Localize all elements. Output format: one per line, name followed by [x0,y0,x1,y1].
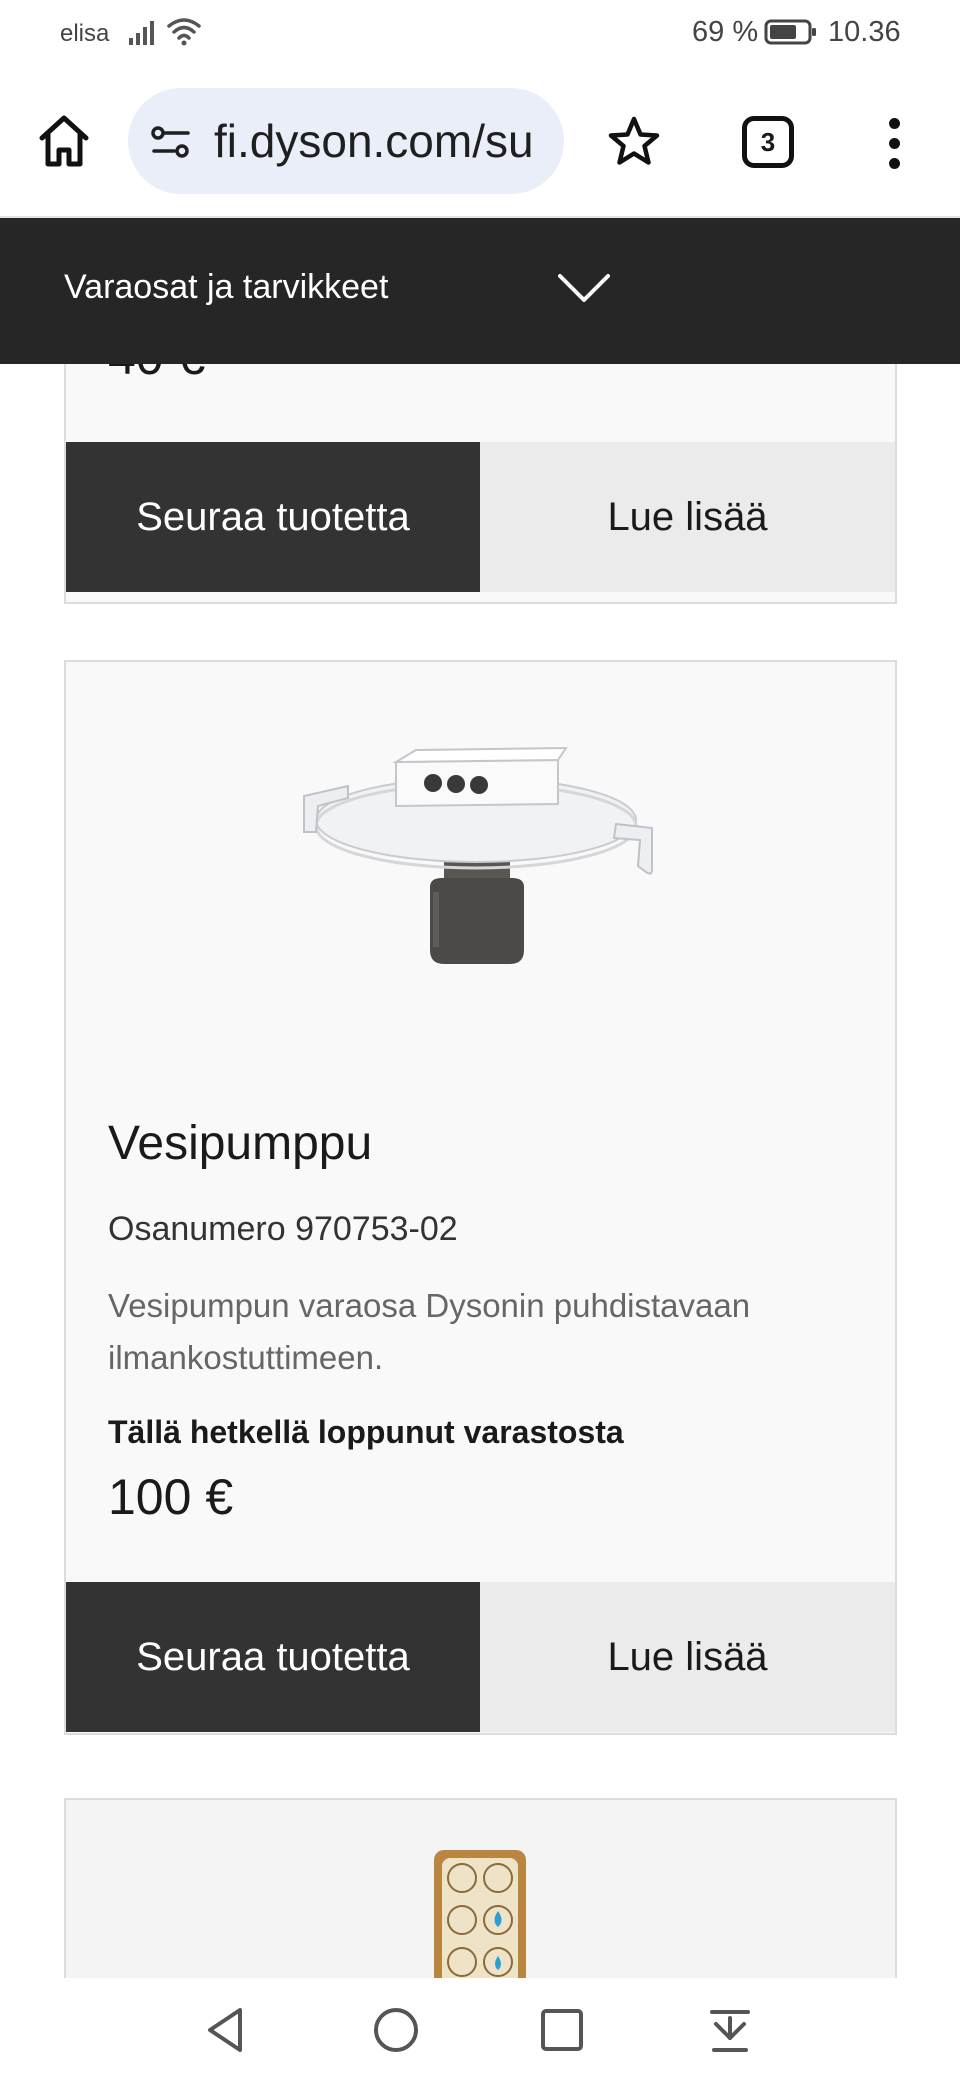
home-icon[interactable] [36,112,92,170]
status-bar: elisa 69 % 10.36 [0,0,960,70]
site-settings-icon[interactable] [150,124,192,160]
part-number: Osanumero 970753-02 [108,1210,458,1248]
product-price: 100 € [108,1469,234,1525]
back-icon[interactable] [200,2004,252,2056]
system-navigation-bar [0,1978,960,2080]
home-circle-icon[interactable] [370,2004,422,2056]
product-card-next [64,1798,897,1978]
read-more-button[interactable]: Lue lisää [480,442,895,592]
bookmark-star-icon[interactable] [606,114,662,170]
product-image[interactable] [432,1848,528,1978]
battery-icon [764,19,816,45]
follow-product-button[interactable]: Seuraa tuotetta [66,1582,480,1732]
wifi-icon [167,18,201,46]
tab-switcher-button[interactable]: 3 [742,116,794,168]
follow-product-button[interactable]: Seuraa tuotetta [66,442,480,592]
page-content: 40 € Seuraa tuotetta Lue lisää Vesipumpp… [0,218,960,1978]
stock-status: Tällä hetkellä loppunut varastosta [108,1414,624,1450]
carrier-name: elisa [60,20,110,47]
product-card-vesipumppu: Vesipumppu Osanumero 970753-02 Vesipumpu… [64,660,897,1735]
category-dropdown[interactable]: Varaosat ja tarvikkeet [0,218,960,364]
url-text[interactable]: fi.dyson.com/su [214,114,534,168]
product-description: Vesipumpun varaosa Dysonin puhdistavaan … [108,1287,751,1376]
clock: 10.36 [828,16,901,48]
category-dropdown-label[interactable]: Varaosat ja tarvikkeet [64,268,388,307]
product-name[interactable]: Vesipumppu [108,1116,372,1171]
more-menu-icon[interactable] [878,116,914,172]
battery-percentage: 69 % [692,16,759,48]
browser-toolbar: fi.dyson.com/su 3 [0,70,960,218]
chevron-down-icon[interactable] [556,270,612,306]
notification-pulldown-icon[interactable] [704,2004,756,2056]
product-image[interactable] [296,742,676,1002]
recent-apps-icon[interactable] [536,2004,588,2056]
read-more-button[interactable]: Lue lisää [480,1582,895,1732]
address-bar[interactable]: fi.dyson.com/su [128,88,564,194]
product-actions: Seuraa tuotetta Lue lisää [66,442,895,592]
product-actions: Seuraa tuotetta Lue lisää [66,1582,895,1732]
signal-icon [129,21,154,45]
